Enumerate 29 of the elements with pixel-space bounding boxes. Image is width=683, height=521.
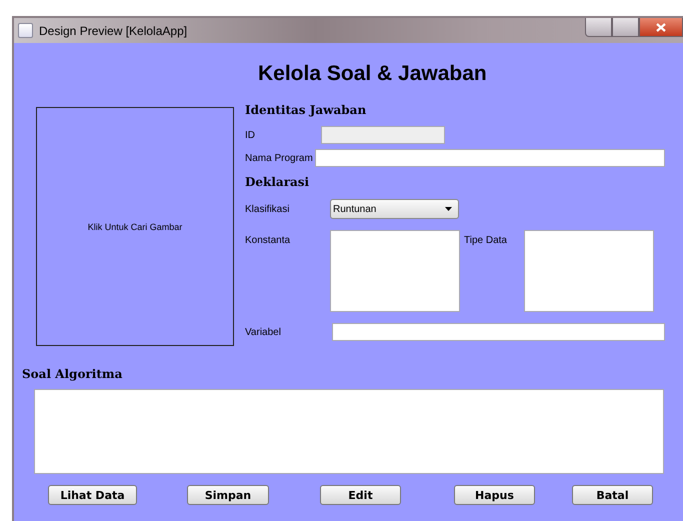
maximize-button[interactable] [612, 18, 639, 37]
image-picker[interactable]: Klik Untuk Cari Gambar [36, 107, 234, 346]
form-title: Kelola Soal & Jawaban [258, 62, 488, 87]
field-label: ID [245, 130, 256, 140]
section-title: Soal Algoritma [22, 367, 124, 383]
section-title: Identitas Jawaban [245, 102, 368, 119]
input-field[interactable] [332, 323, 665, 341]
text-area[interactable] [330, 230, 460, 312]
close-button[interactable] [639, 18, 683, 37]
minimize-button[interactable] [585, 18, 612, 37]
window-title: Design Preview [KelolaApp] [39, 24, 188, 38]
field-label: Variabel [245, 326, 282, 338]
close-icon [656, 22, 666, 32]
action-button[interactable]: Lihat Data [48, 485, 137, 505]
field-label: Nama Program [245, 152, 313, 164]
field-label: Konstanta [245, 235, 292, 246]
input-field[interactable] [314, 149, 665, 167]
action-button[interactable]: Batal [572, 485, 653, 505]
action-button[interactable]: Simpan [187, 485, 269, 505]
section-title: Deklarasi [245, 174, 310, 191]
action-button[interactable]: Edit [320, 485, 401, 505]
field-label: Tipe Data [464, 235, 508, 246]
text-area[interactable] [524, 230, 654, 312]
caret-icon [445, 207, 452, 211]
field-label: Klasifikasi [245, 204, 290, 214]
action-button[interactable]: Hapus [454, 485, 535, 505]
dropdown[interactable]: Runtunan [330, 199, 459, 219]
app-icon [18, 23, 33, 38]
text-area[interactable] [34, 389, 664, 474]
